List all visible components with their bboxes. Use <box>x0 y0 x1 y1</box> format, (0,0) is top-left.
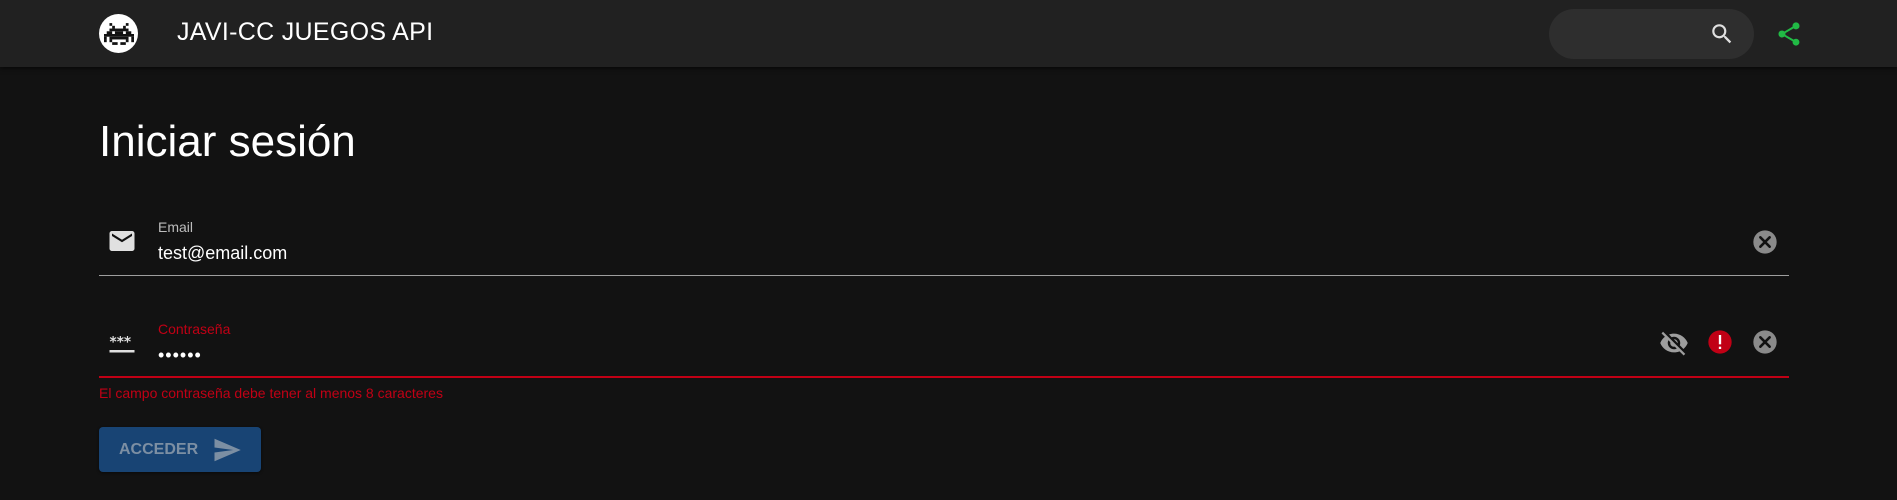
password-input[interactable] <box>158 343 1458 367</box>
email-label: Email <box>158 219 194 235</box>
clear-email-icon[interactable] <box>1751 228 1779 256</box>
app-logo[interactable] <box>99 14 138 53</box>
mail-icon <box>109 231 135 251</box>
search-input[interactable] <box>1567 19 1711 51</box>
search-box[interactable] <box>1549 9 1754 59</box>
clear-password-icon[interactable] <box>1751 328 1779 356</box>
space-invader-icon <box>103 22 134 45</box>
submit-button-label: ACCEDER <box>119 440 199 458</box>
page-title: Iniciar sesión <box>99 117 356 166</box>
app-title: JAVI-CC JUEGOS API <box>177 18 434 46</box>
send-icon <box>214 438 241 461</box>
password-error-message: El campo contraseña debe tener al menos … <box>99 385 443 401</box>
login-submit-button[interactable]: ACCEDER <box>99 427 261 472</box>
password-field[interactable]: *** Contraseña <box>99 310 1789 378</box>
visibility-off-icon[interactable] <box>1659 328 1689 358</box>
password-label: Contraseña <box>158 321 231 337</box>
email-field[interactable]: Email <box>99 208 1789 276</box>
search-icon[interactable] <box>1709 21 1735 47</box>
error-icon <box>1708 330 1732 354</box>
top-bar: JAVI-CC JUEGOS API <box>0 0 1897 67</box>
email-input[interactable] <box>158 241 1458 265</box>
password-icon: *** <box>109 334 135 353</box>
share-icon[interactable] <box>1775 20 1803 48</box>
svg-text:***: *** <box>110 334 132 350</box>
